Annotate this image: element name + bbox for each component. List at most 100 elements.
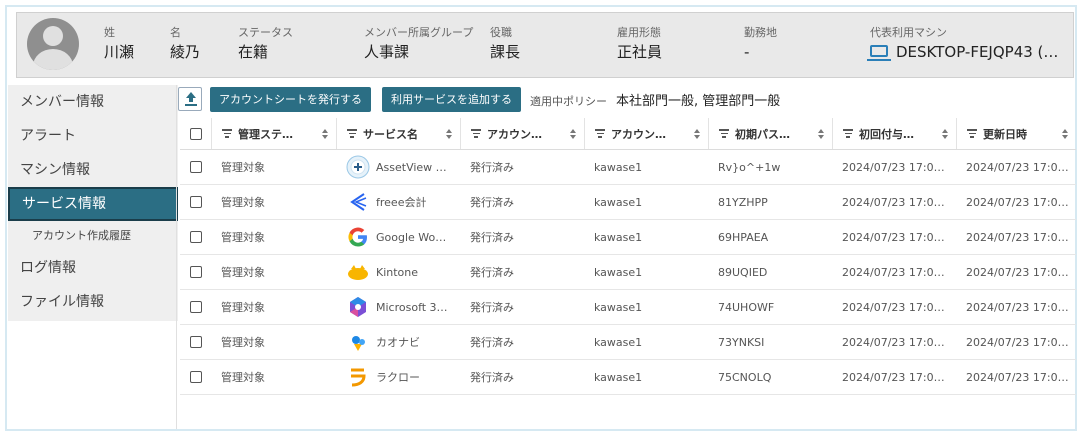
freee-icon [346,190,370,214]
service-name[interactable]: カオナビ [376,334,420,350]
sort-icon[interactable] [446,129,452,139]
updated-at-cell: 2024/07/23 17:0… [966,370,1069,384]
add-service-button[interactable]: 利用サービスを追加する [382,87,521,112]
sort-icon[interactable] [322,129,328,139]
role-field: 役職 課長 [490,25,520,63]
service-name-cell[interactable]: カオナビ [336,325,460,359]
initial-password-cell: 73YNKSI [718,335,765,349]
service-name[interactable]: Kintone [376,266,418,279]
sidebar: メンバー情報 アラート マシン情報 サービス情報 アカウント作成履歴 ログ情報 … [8,85,178,321]
service-name-cell[interactable]: ラクロー [336,360,460,394]
issue-status-cell: 発行済み [470,196,514,209]
filter-icon[interactable] [719,127,729,140]
sidebar-item-machine-info[interactable]: マシン情報 [8,153,178,187]
filter-icon[interactable] [843,127,853,140]
sort-icon[interactable] [818,129,824,139]
surname-field: 姓 川瀬 [104,25,134,63]
select-all-cell [180,118,211,149]
select-all-checkbox[interactable] [189,127,202,140]
filter-icon[interactable] [595,127,605,140]
row-checkbox[interactable] [189,231,202,243]
sidebar-item-member-info[interactable]: メンバー情報 [8,85,178,119]
employment-label: 雇用形態 [617,26,661,39]
sort-icon[interactable] [694,129,700,139]
service-name-cell[interactable]: AssetView … [336,150,460,184]
updated-at-cell: 2024/07/23 17:0… [966,230,1069,244]
header-label: サービス名 [363,127,418,141]
updated-at-cell: 2024/07/23 17:0… [966,160,1069,174]
sidebar-divider [176,85,177,429]
row-checkbox[interactable] [189,301,202,313]
header-mgmt-status[interactable]: 管理ステ… [211,118,336,149]
table-row[interactable]: 管理対象 freee会計 発行済み kawase1 81YZHPP 2024/07/23 … [180,185,1076,220]
row-checkbox[interactable] [189,196,202,208]
laptop-icon [867,44,891,61]
table-row[interactable]: 管理対象 Kintone 発行済み kawase1 89UQIED 2024/07/23 … [180,255,1076,290]
table-row[interactable]: 管理対象 AssetView … 発行済み kawase1 Rv}o^+1w 2024/0… [180,150,1076,185]
sidebar-item-service-info[interactable]: サービス情報 [8,187,178,221]
sort-icon[interactable] [1062,129,1068,139]
service-name-cell[interactable]: Microsoft 3… [336,290,460,324]
service-name-cell[interactable]: freee会計 [336,185,460,219]
issue-status-cell: 発行済み [470,231,514,244]
service-name-cell[interactable]: Kintone [336,255,460,289]
table-row[interactable]: 管理対象 Google Wo… 発行済み kawase1 69HPAEA 2024/07/… [180,220,1076,255]
role-value: 課長 [490,43,521,61]
microsoft-365-icon [346,295,370,319]
initial-password-cell: 75CNOLQ [718,370,772,384]
sidebar-item-account-history[interactable]: アカウント作成履歴 [8,221,178,251]
table-row[interactable]: 管理対象 Microsoft 3… 発行済み kawase1 74UHOWF 2024/0… [180,290,1076,325]
sidebar-item-file-info[interactable]: ファイル情報 [8,285,178,319]
machine-value[interactable]: DESKTOP-FEJQP43 (… [867,41,1058,63]
service-name[interactable]: freee会計 [376,194,426,210]
service-name[interactable]: AssetView … [376,161,447,174]
filter-icon[interactable] [222,127,232,140]
google-icon [346,225,370,249]
header-label: 更新日時 [983,127,1027,141]
header-service-name[interactable]: サービス名 [336,118,460,149]
row-checkbox[interactable] [189,336,202,348]
upload-button[interactable] [178,87,202,111]
status-value: 在籍 [238,43,269,61]
header-label: アカウン… [611,127,666,141]
header-label: 初回付与… [859,127,914,141]
initial-password-cell: 89UQIED [718,265,768,279]
header-initial-password[interactable]: 初期パス… [708,118,832,149]
sort-icon[interactable] [570,129,576,139]
header-first-granted[interactable]: 初回付与… [832,118,956,149]
row-checkbox[interactable] [189,266,202,278]
sidebar-item-alerts[interactable]: アラート [8,119,178,153]
service-name-cell[interactable]: Google Wo… [336,220,460,254]
machine-name[interactable]: DESKTOP-FEJQP43 (… [896,43,1058,61]
account-name-cell: kawase1 [594,300,643,314]
kaonavi-icon [346,330,370,354]
first-granted-cell: 2024/07/23 17:0… [842,335,945,349]
first-granted-cell: 2024/07/23 17:0… [842,370,945,384]
status-label: ステータス [238,26,293,39]
mgmt-status-cell: 管理対象 [221,231,265,244]
assetview-icon [346,155,370,179]
sidebar-item-log-info[interactable]: ログ情報 [8,251,178,285]
employment-value: 正社員 [617,43,663,61]
table-row[interactable]: 管理対象 ラクロー 発行済み kawase1 75CNOLQ 2024/07/23 17:… [180,360,1076,395]
given-name-value: 綾乃 [170,43,201,61]
table-row[interactable]: 管理対象 カオナビ 発行済み kawase1 73YNKSI 2024/07/23 17:… [180,325,1076,360]
header-account-issue[interactable]: アカウン… [460,118,584,149]
row-checkbox[interactable] [189,161,202,173]
account-name-cell: kawase1 [594,160,643,174]
header-account-name[interactable]: アカウン… [584,118,708,149]
header-updated-at[interactable]: 更新日時 [956,118,1076,149]
filter-icon[interactable] [471,127,481,140]
service-name[interactable]: ラクロー [376,369,420,385]
row-checkbox[interactable] [189,371,202,383]
service-name[interactable]: Google Wo… [376,231,446,244]
account-name-cell: kawase1 [594,195,643,209]
employment-field: 雇用形態 正社員 [617,25,662,63]
header-label: 管理ステ… [238,127,293,141]
filter-icon[interactable] [967,127,977,140]
issue-account-sheet-button[interactable]: アカウントシートを発行する [210,87,371,112]
service-name[interactable]: Microsoft 3… [376,301,448,314]
sort-icon[interactable] [942,129,948,139]
filter-icon[interactable] [347,127,357,140]
mgmt-status-cell: 管理対象 [221,301,265,314]
